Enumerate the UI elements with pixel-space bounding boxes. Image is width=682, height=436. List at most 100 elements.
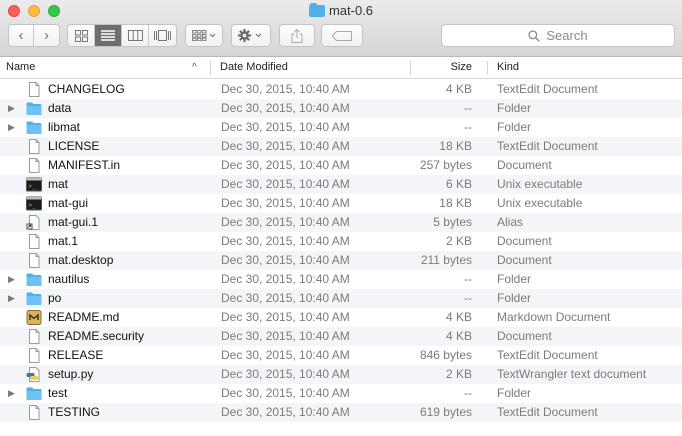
share-button[interactable] <box>279 24 315 47</box>
file-date-modified: Dec 30, 2015, 10:40 AM <box>221 348 350 362</box>
file-name[interactable]: MANIFEST.in <box>48 156 120 175</box>
file-row[interactable]: >_ mat-gui Dec 30, 2015, 10:40 AM 18 KB Unix… <box>0 194 682 213</box>
file-row[interactable]: LICENSE Dec 30, 2015, 10:40 AM 18 KB TextEd… <box>0 137 682 156</box>
disclosure-triangle-icon[interactable]: ▶ <box>8 99 15 118</box>
column-divider[interactable] <box>487 61 488 75</box>
search-field[interactable]: Search <box>441 24 675 47</box>
file-date-modified: Dec 30, 2015, 10:40 AM <box>221 253 350 267</box>
file-name[interactable]: mat-gui.1 <box>48 213 98 232</box>
file-name[interactable]: setup.py <box>48 365 93 384</box>
column-header-date-modified[interactable]: Date Modified <box>220 57 288 79</box>
file-row[interactable]: mat-gui.1 Dec 30, 2015, 10:40 AM 5 bytes Al… <box>0 213 682 232</box>
share-icon <box>291 28 303 43</box>
gear-icon <box>238 29 262 42</box>
file-size: 619 bytes <box>419 405 472 419</box>
file-name[interactable]: mat-gui <box>48 194 88 213</box>
document-icon <box>26 158 42 173</box>
file-row[interactable]: CHANGELOG Dec 30, 2015, 10:40 AM 4 KB TextE… <box>0 80 682 99</box>
file-kind: Document <box>497 158 552 172</box>
file-size: 2 KB <box>445 234 472 248</box>
file-kind: Folder <box>497 386 532 400</box>
folder-icon <box>26 386 42 401</box>
file-row[interactable]: >_ mat Dec 30, 2015, 10:40 AM 6 KB Unix exec… <box>0 175 682 194</box>
file-name[interactable]: mat.1 <box>48 232 78 251</box>
file-kind: Document <box>497 253 552 267</box>
disclosure-triangle-icon[interactable]: ▶ <box>8 118 15 137</box>
python-script-icon <box>26 367 42 382</box>
list-view-button[interactable] <box>95 25 122 46</box>
document-icon <box>26 348 42 363</box>
file-size: -- <box>464 291 472 305</box>
list-view-icon <box>101 30 115 41</box>
column-header-size[interactable]: Size <box>400 57 472 79</box>
file-name[interactable]: CHANGELOG <box>48 80 125 99</box>
column-view-button[interactable] <box>122 25 149 46</box>
file-row[interactable]: RELEASE Dec 30, 2015, 10:40 AM 846 bytes Te… <box>0 346 682 365</box>
file-date-modified: Dec 30, 2015, 10:40 AM <box>221 291 350 305</box>
document-icon <box>26 139 42 154</box>
edit-tags-button[interactable] <box>321 24 363 47</box>
column-header-name[interactable]: Name <box>6 57 210 79</box>
window-title: mat-0.6 <box>0 3 682 18</box>
file-date-modified: Dec 30, 2015, 10:40 AM <box>221 234 350 248</box>
navigation-buttons: ‹ › <box>8 24 60 47</box>
file-row[interactable]: README.security Dec 30, 2015, 10:40 AM 4 K… <box>0 327 682 346</box>
disclosure-triangle-icon[interactable]: ▶ <box>8 384 15 403</box>
folder-row[interactable]: ▶ libmat Dec 30, 2015, 10:40 AM -- Folder <box>0 118 682 137</box>
icon-view-button[interactable] <box>68 25 95 46</box>
column-view-icon <box>127 30 143 41</box>
file-kind: Folder <box>497 101 532 115</box>
disclosure-triangle-icon[interactable]: ▶ <box>8 289 15 308</box>
document-icon <box>26 82 42 97</box>
file-size: -- <box>464 272 472 286</box>
file-row[interactable]: TESTING Dec 30, 2015, 10:40 AM 619 bytes Te… <box>0 403 682 422</box>
disclosure-triangle-icon[interactable]: ▶ <box>8 270 15 289</box>
file-date-modified: Dec 30, 2015, 10:40 AM <box>221 329 350 343</box>
file-kind: Unix executable <box>497 177 583 191</box>
file-size: 2 KB <box>445 367 472 381</box>
column-header-kind[interactable]: Kind <box>497 57 519 79</box>
file-row[interactable]: MANIFEST.in Dec 30, 2015, 10:40 AM 257 byt… <box>0 156 682 175</box>
file-row[interactable]: mat.desktop Dec 30, 2015, 10:40 AM 211 byt… <box>0 251 682 270</box>
file-name[interactable]: TESTING <box>48 403 100 422</box>
file-row[interactable]: setup.py Dec 30, 2015, 10:40 AM 2 KB TextWr… <box>0 365 682 384</box>
folder-row[interactable]: ▶ po Dec 30, 2015, 10:40 AM -- Folder <box>0 289 682 308</box>
search-icon <box>528 29 541 42</box>
folder-row[interactable]: ▶ test Dec 30, 2015, 10:40 AM -- Folder <box>0 384 682 403</box>
file-name[interactable]: test <box>48 384 67 403</box>
folder-row[interactable]: ▶ data Dec 30, 2015, 10:40 AM -- Folder <box>0 99 682 118</box>
folder-icon <box>26 120 42 135</box>
file-row[interactable]: README.md Dec 30, 2015, 10:40 AM 4 KB Markd… <box>0 308 682 327</box>
file-size: -- <box>464 120 472 134</box>
file-name[interactable]: LICENSE <box>48 137 99 156</box>
chevron-left-icon: ‹ <box>18 27 24 44</box>
file-name[interactable]: po <box>48 289 61 308</box>
file-name[interactable]: README.security <box>48 327 144 346</box>
forward-button[interactable]: › <box>34 25 59 46</box>
file-size: -- <box>464 101 472 115</box>
file-date-modified: Dec 30, 2015, 10:40 AM <box>221 386 350 400</box>
arrange-button[interactable] <box>185 24 223 47</box>
terminal-icon: >_ <box>26 177 42 192</box>
folder-row[interactable]: ▶ nautilus Dec 30, 2015, 10:40 AM -- Folder <box>0 270 682 289</box>
action-menu-button[interactable] <box>231 24 271 47</box>
file-name[interactable]: libmat <box>48 118 80 137</box>
file-name[interactable]: data <box>48 99 71 118</box>
file-name[interactable]: nautilus <box>48 270 89 289</box>
file-date-modified: Dec 30, 2015, 10:40 AM <box>221 139 350 153</box>
document-icon <box>26 405 42 420</box>
file-name[interactable]: mat <box>48 175 68 194</box>
file-date-modified: Dec 30, 2015, 10:40 AM <box>221 310 350 324</box>
column-divider[interactable] <box>210 61 211 75</box>
file-name[interactable]: mat.desktop <box>48 251 113 270</box>
file-date-modified: Dec 30, 2015, 10:40 AM <box>221 196 350 210</box>
back-button[interactable]: ‹ <box>9 25 35 46</box>
file-name[interactable]: RELEASE <box>48 346 103 365</box>
tag-icon <box>332 30 352 41</box>
file-row[interactable]: mat.1 Dec 30, 2015, 10:40 AM 2 KB Document <box>0 232 682 251</box>
file-size: 4 KB <box>445 310 472 324</box>
file-kind: Folder <box>497 272 532 286</box>
file-name[interactable]: README.md <box>48 308 119 327</box>
folder-icon <box>26 291 42 306</box>
cover-flow-view-button[interactable] <box>149 25 176 46</box>
